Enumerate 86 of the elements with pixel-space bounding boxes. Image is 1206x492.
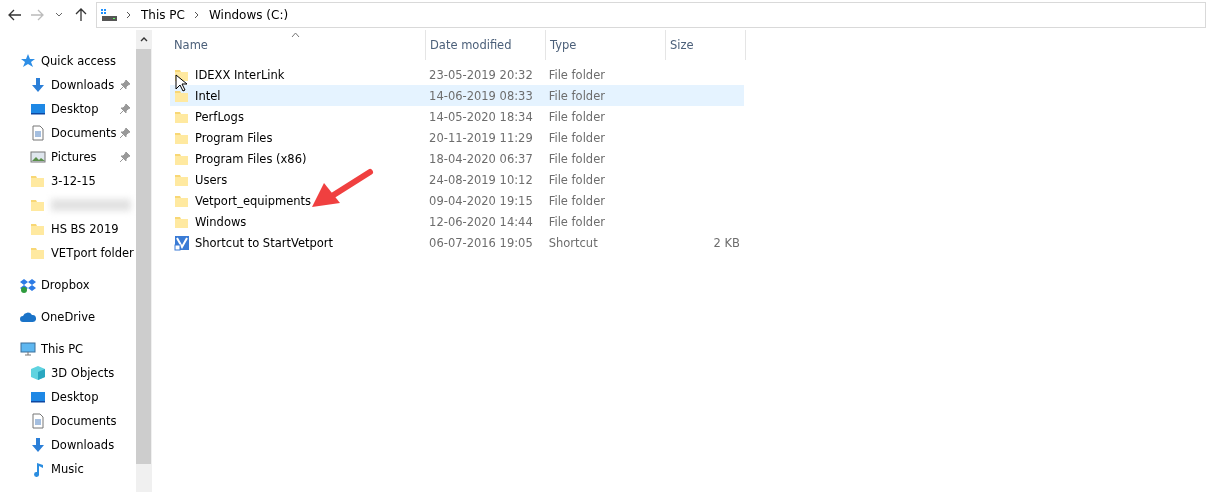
file-row[interactable]: Users 24-08-2019 10:12 File folder bbox=[170, 169, 744, 190]
table-cell-text: File folder bbox=[547, 109, 606, 124]
table-cell-text: 2 KB bbox=[712, 235, 741, 250]
nav-item[interactable]: This PC bbox=[0, 337, 136, 361]
file-row[interactable]: Vetport_equipments 09-04-2020 19:15 File folder bbox=[170, 190, 744, 211]
table-cell-text: File folder bbox=[547, 88, 606, 103]
file-name: Program Files bbox=[195, 130, 273, 145]
cube-icon bbox=[30, 365, 46, 381]
caret-icon bbox=[139, 36, 148, 42]
column-header[interactable]: Size bbox=[666, 30, 746, 60]
table-cell-text: 23-05-2019 20:32 bbox=[428, 67, 534, 82]
arrow-annotation bbox=[310, 166, 376, 210]
back-arrow-icon bbox=[8, 9, 22, 21]
chevron-icon bbox=[192, 11, 201, 19]
nav-item[interactable]: Desktop bbox=[0, 97, 136, 121]
file-name: IDEXX InterLink bbox=[195, 67, 285, 82]
column-header[interactable]: Date modified bbox=[426, 30, 546, 60]
nav-item[interactable]: OneDrive bbox=[0, 305, 136, 329]
nav-item[interactable]: 3D Objects bbox=[0, 361, 136, 385]
nav-item[interactable]: 3-12-15 bbox=[0, 169, 136, 193]
nav-item[interactable]: HS BS 2019 bbox=[0, 217, 136, 241]
monitor-icon bbox=[30, 389, 46, 405]
file-name: Intel bbox=[195, 88, 221, 103]
file-name: Windows bbox=[195, 214, 247, 229]
folder-icon bbox=[30, 197, 46, 213]
document-icon bbox=[30, 125, 46, 141]
table-cell-text: File folder bbox=[547, 67, 606, 82]
column-header[interactable]: Name bbox=[170, 30, 426, 60]
table-cell-text: 06-07-2016 19:05 bbox=[428, 235, 534, 250]
caret-icon bbox=[55, 12, 63, 18]
shortcut-icon bbox=[174, 234, 190, 251]
table-cell-text: File folder bbox=[547, 151, 606, 166]
file-name: PerfLogs bbox=[195, 109, 244, 124]
nav-item[interactable]: Documents bbox=[0, 409, 136, 433]
nav-item[interactable]: VETport folder bbox=[0, 241, 136, 265]
mouse-pointer-icon bbox=[175, 74, 187, 92]
file-name: Vetport_equipments bbox=[195, 193, 312, 208]
nav-item[interactable]: Pictures bbox=[0, 145, 136, 169]
folder-icon bbox=[30, 245, 46, 261]
sort-caret-icon bbox=[291, 32, 300, 38]
nav-item[interactable]: Downloads bbox=[0, 73, 136, 97]
table-cell-text: 20-11-2019 11:29 bbox=[428, 130, 534, 145]
table-cell-text: Shortcut bbox=[547, 235, 599, 250]
file-name: Users bbox=[195, 172, 228, 187]
boxes-icon bbox=[20, 277, 36, 293]
chevron-icon bbox=[125, 11, 133, 19]
file-row[interactable]: Program Files (x86) 18-04-2020 06:37 File folder bbox=[170, 148, 744, 169]
table-cell-text: 14-05-2020 18:34 bbox=[428, 109, 534, 124]
file-row-highlight[interactable]: Intel 14-06-2019 08:33 File folder bbox=[170, 85, 744, 106]
file-row[interactable]: Program Files 20-11-2019 11:29 File folder bbox=[170, 127, 744, 148]
file-name: Shortcut to StartVetport bbox=[195, 235, 334, 250]
folder-icon bbox=[30, 221, 46, 237]
table-cell-text: File folder bbox=[547, 193, 606, 208]
nav-item[interactable]: Documents bbox=[0, 121, 136, 145]
table-cell-text: 24-08-2019 10:12 bbox=[428, 172, 534, 187]
nav-item[interactable]: Downloads bbox=[0, 433, 136, 457]
breadcrumb[interactable]: Windows (C:) bbox=[208, 8, 289, 22]
file-row[interactable]: Shortcut to StartVetport 06-07-2016 19:05 Shortcut 2 KB bbox=[170, 232, 744, 253]
file-row[interactable]: Windows 12-06-2020 14:44 File folder bbox=[170, 211, 744, 232]
table-cell-text: 12-06-2020 14:44 bbox=[428, 214, 534, 229]
table-cell-text: 09-04-2020 19:15 bbox=[428, 193, 534, 208]
table-cell-text: 18-04-2020 06:37 bbox=[428, 151, 534, 166]
file-name: Program Files (x86) bbox=[195, 151, 307, 166]
monitor-icon bbox=[30, 101, 46, 117]
breadcrumb[interactable]: This PC bbox=[141, 8, 185, 22]
computer-icon bbox=[20, 341, 36, 357]
drive-icon bbox=[101, 8, 117, 22]
table-cell-text: File folder bbox=[547, 214, 606, 229]
column-header[interactable]: Type bbox=[546, 30, 666, 60]
download-arrow-icon bbox=[30, 437, 46, 453]
up-arrow-icon bbox=[75, 8, 87, 22]
table-cell-text: File folder bbox=[547, 130, 606, 145]
document-icon bbox=[30, 413, 46, 429]
download-arrow-icon bbox=[30, 77, 46, 93]
image-icon bbox=[30, 149, 46, 165]
address-bar[interactable]: This PC Windows (C:) bbox=[96, 2, 1206, 28]
nav-item[interactable]: Music bbox=[0, 457, 136, 481]
nav-item[interactable]: Quick access bbox=[0, 49, 136, 73]
forward-arrow-icon bbox=[30, 9, 44, 21]
table-cell-text: File folder bbox=[547, 172, 606, 187]
folder-icon bbox=[30, 173, 46, 189]
star-icon bbox=[20, 53, 36, 69]
table-cell-text: 14-06-2019 08:33 bbox=[428, 88, 534, 103]
file-row[interactable]: PerfLogs 14-05-2020 18:34 File folder bbox=[170, 106, 744, 127]
nav-item[interactable]: Desktop bbox=[0, 385, 136, 409]
nav-item[interactable]: Dropbox bbox=[0, 273, 136, 297]
